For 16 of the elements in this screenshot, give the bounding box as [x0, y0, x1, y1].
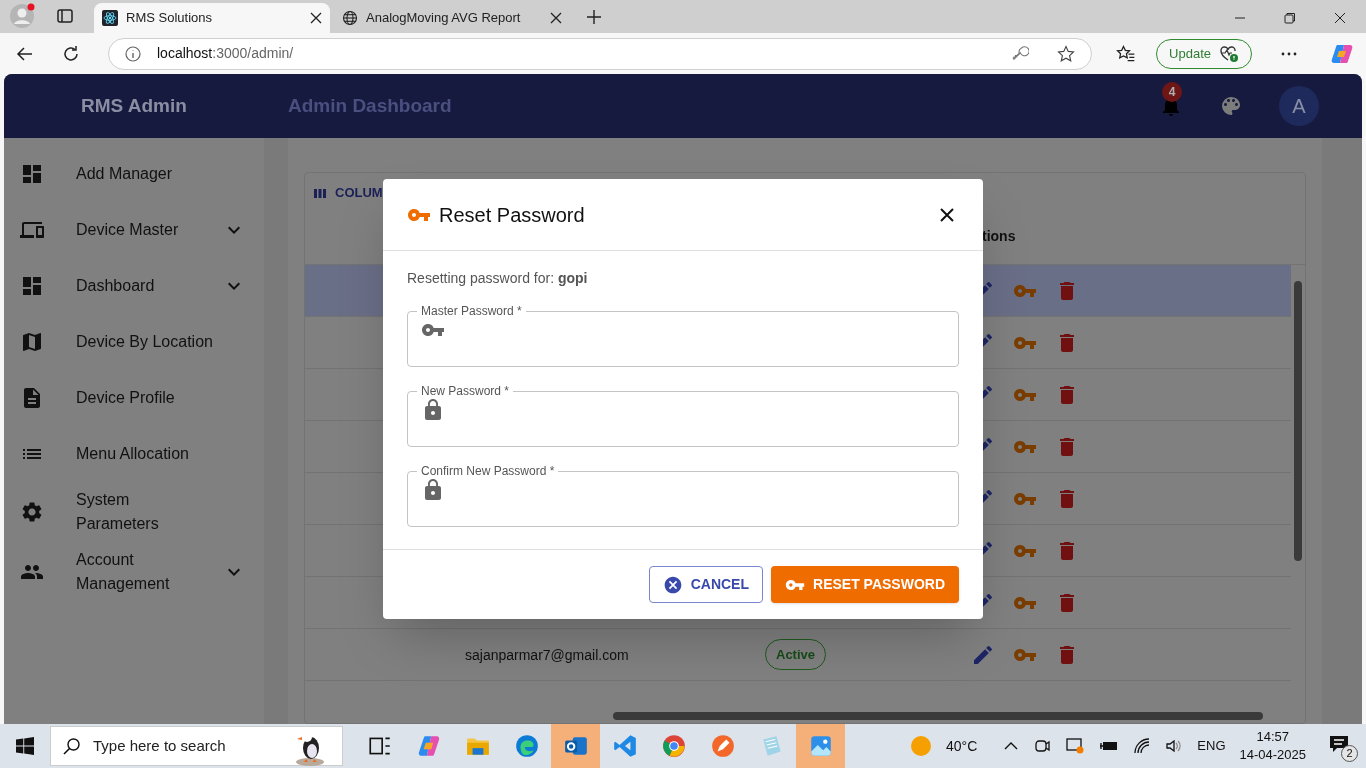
column-header: tions: [982, 226, 1016, 246]
field-label: New Password *: [420, 384, 511, 398]
brand-title: RMS Admin: [80, 93, 188, 118]
field-label: Master Password *: [420, 304, 523, 318]
field-label: Confirm New Password *: [420, 464, 556, 478]
notification-badge: 4: [1162, 82, 1182, 102]
dialog-subtitle: Resetting password for: gopi: [407, 269, 589, 288]
email-cell: sajanparmar7@gmail.com: [465, 646, 629, 663]
tab-title: AnalogMoving AVG Report: [366, 9, 522, 28]
tab-title: RMS Solutions: [126, 9, 213, 28]
weather-temperature: 40°C: [946, 736, 978, 756]
dialog-title: Reset Password: [439, 202, 585, 228]
page-title: Admin Dashboard: [287, 93, 452, 118]
search-placeholder: Type here to search: [93, 735, 226, 756]
url-text: localhost:3000/admin/: [157, 44, 294, 63]
notification-count: 2: [1341, 745, 1358, 762]
